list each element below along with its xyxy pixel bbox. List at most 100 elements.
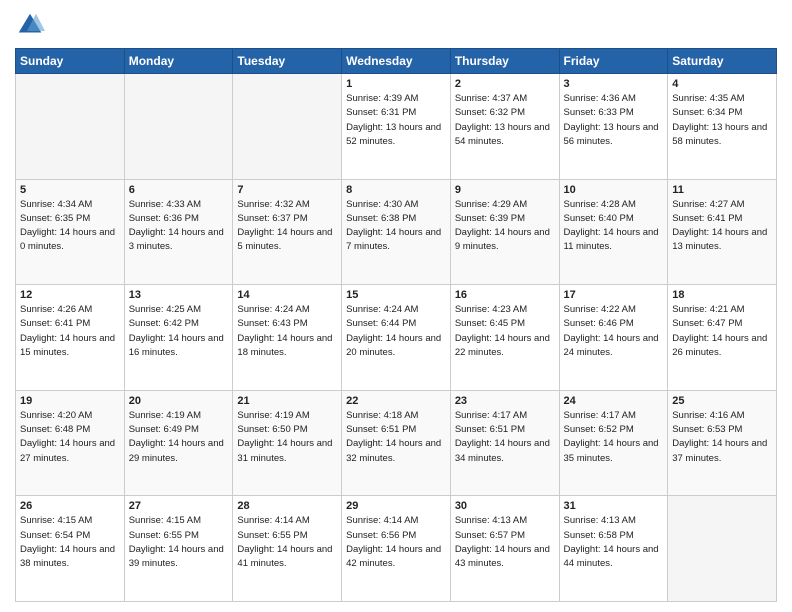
calendar-cell-16: 16Sunrise: 4:23 AMSunset: 6:45 PMDayligh…: [450, 285, 559, 391]
calendar-cell-21: 21 Sunrise: 4:19 AMSunset: 6:50 PMDayligh…: [233, 390, 342, 496]
day-info: Sunrise: 4:19 AMSunset: 6:50 PMDaylight:…: [237, 409, 337, 466]
week-row-5: 26Sunrise: 4:15 AMSunset: 6:54 PMDayligh…: [16, 496, 777, 602]
sunset: Sunset: 6:47 PM: [672, 318, 742, 329]
sunrise: Sunrise: 4:14 AM: [237, 515, 309, 526]
sunset: Sunset: 6:31 PM: [346, 107, 416, 118]
sunrise: Sunrise: 4:21 AM: [672, 304, 744, 315]
day-number: 21: [237, 395, 337, 407]
daylight: Daylight: 14 hours and 42 minutes.: [346, 544, 441, 569]
sunrise: Sunrise: 4:16 AM: [672, 410, 744, 421]
day-number: 13: [129, 289, 229, 301]
sunrise: Sunrise: 4:15 AM: [129, 515, 201, 526]
weekday-header-saturday: Saturday: [668, 49, 777, 74]
calendar-cell-28: 28Sunrise: 4:14 AMSunset: 6:55 PMDayligh…: [233, 496, 342, 602]
day-info: Sunrise: 4:21 AM Sunset: 6:47 PM Daylight:…: [672, 303, 772, 360]
daylight: Daylight: 13 hours and 56 minutes.: [564, 122, 659, 147]
day-info: Sunrise: 4:27 AM Sunset: 6:41 PM Daylight:…: [672, 198, 772, 255]
sunset: Sunset: 6:45 PM: [455, 318, 525, 329]
daylight: Daylight: 14 hours and 5 minutes.: [237, 227, 332, 252]
week-row-4: 19Sunrise: 4:20 AMSunset: 6:48 PMDayligh…: [16, 390, 777, 496]
sunrise: Sunrise: 4:33 AM: [129, 199, 201, 210]
calendar-cell-1: 1Sunrise: 4:39 AMSunset: 6:31 PMDaylight…: [342, 74, 451, 180]
day-number: 22: [346, 395, 446, 407]
sunset: Sunset: 6:41 PM: [20, 318, 90, 329]
day-info: Sunrise: 4:17 AMSunset: 6:52 PMDaylight:…: [564, 409, 664, 466]
sunset: Sunset: 6:58 PM: [564, 530, 634, 541]
sunrise: Sunrise: 4:32 AM: [237, 199, 309, 210]
sunset: Sunset: 6:41 PM: [672, 213, 742, 224]
logo: [15, 10, 49, 40]
sunset: Sunset: 6:40 PM: [564, 213, 634, 224]
day-info: Sunrise: 4:29 AMSunset: 6:39 PMDaylight:…: [455, 198, 555, 255]
sunrise: Sunrise: 4:25 AM: [129, 304, 201, 315]
daylight: Daylight: 14 hours and 26 minutes.: [672, 333, 767, 358]
sunset: Sunset: 6:38 PM: [346, 213, 416, 224]
sunset: Sunset: 6:53 PM: [672, 424, 742, 435]
sunrise: Sunrise: 4:34 AM: [20, 199, 92, 210]
daylight: Daylight: 14 hours and 31 minutes.: [237, 438, 332, 463]
day-number: 7: [237, 184, 337, 196]
day-info: Sunrise: 4:30 AM Sunset: 6:38 PM Daylight:…: [346, 198, 446, 255]
week-row-1: 1Sunrise: 4:39 AMSunset: 6:31 PMDaylight…: [16, 74, 777, 180]
day-number: 9: [455, 184, 555, 196]
calendar-cell-4: 4Sunrise: 4:35 AMSunset: 6:34 PMDaylight…: [668, 74, 777, 180]
day-number: 10: [564, 184, 664, 196]
page: SundayMondayTuesdayWednesdayThursdayFrid…: [0, 0, 792, 612]
daylight: Daylight: 14 hours and 39 minutes.: [129, 544, 224, 569]
day-info: Sunrise: 4:14 AMSunset: 6:56 PMDaylight:…: [346, 514, 446, 571]
day-number: 3: [564, 78, 664, 90]
day-info: Sunrise: 4:34 AMSunset: 6:35 PMDaylight:…: [20, 198, 120, 255]
sunset: Sunset: 6:55 PM: [129, 530, 199, 541]
daylight: Daylight: 14 hours and 34 minutes.: [455, 438, 550, 463]
weekday-header-row: SundayMondayTuesdayWednesdayThursdayFrid…: [16, 49, 777, 74]
weekday-header-friday: Friday: [559, 49, 668, 74]
sunrise: Sunrise: 4:17 AM: [455, 410, 527, 421]
calendar-cell-29: 29Sunrise: 4:14 AMSunset: 6:56 PMDayligh…: [342, 496, 451, 602]
sunrise: Sunrise: 4:13 AM: [455, 515, 527, 526]
sunrise: Sunrise: 4:15 AM: [20, 515, 92, 526]
sunrise: Sunrise: 4:19 AM: [129, 410, 201, 421]
day-info: Sunrise: 4:14 AMSunset: 6:55 PMDaylight:…: [237, 514, 337, 571]
day-info: Sunrise: 4:37 AMSunset: 6:32 PMDaylight:…: [455, 92, 555, 149]
daylight: Daylight: 14 hours and 0 minutes.: [20, 227, 115, 252]
daylight: Daylight: 14 hours and 27 minutes.: [20, 438, 115, 463]
sunrise: Sunrise: 4:23 AM: [455, 304, 527, 315]
daylight: Daylight: 14 hours and 3 minutes.: [129, 227, 224, 252]
week-row-2: 5Sunrise: 4:34 AMSunset: 6:35 PMDaylight…: [16, 179, 777, 285]
sunrise: Sunrise: 4:14 AM: [346, 515, 418, 526]
sunset: Sunset: 6:39 PM: [455, 213, 525, 224]
day-number: 23: [455, 395, 555, 407]
daylight: Daylight: 14 hours and 13 minutes.: [672, 227, 767, 252]
calendar-cell-11: 11Sunrise: 4:27 AMSunset: 6:41 PMDayligh…: [668, 179, 777, 285]
day-info: Sunrise: 4:26 AMSunset: 6:41 PMDaylight:…: [20, 303, 120, 360]
weekday-header-tuesday: Tuesday: [233, 49, 342, 74]
calendar-cell-3: 3Sunrise: 4:36 AMSunset: 6:33 PMDaylight…: [559, 74, 668, 180]
day-info: Sunrise: 4:13 AMSunset: 6:58 PMDaylight:…: [564, 514, 664, 571]
sunrise: Sunrise: 4:27 AM: [672, 199, 744, 210]
logo-icon: [15, 10, 45, 40]
day-info: Sunrise: 4:28 AMSunset: 6:40 PMDaylight:…: [564, 198, 664, 255]
daylight: Daylight: 14 hours and 18 minutes.: [237, 333, 332, 358]
daylight: Daylight: 13 hours and 58 minutes.: [672, 122, 767, 147]
calendar-cell-22: 22Sunrise: 4:18 AMSunset: 6:51 PMDayligh…: [342, 390, 451, 496]
sunset: Sunset: 6:32 PM: [455, 107, 525, 118]
calendar-cell-10: 10 Sunrise: 4:28 AMSunset: 6:40 PMDayligh…: [559, 179, 668, 285]
day-info: Sunrise: 4:19 AMSunset: 6:49 PMDaylight:…: [129, 409, 229, 466]
calendar-cell-2: 2Sunrise: 4:37 AMSunset: 6:32 PMDaylight…: [450, 74, 559, 180]
sunrise: Sunrise: 4:26 AM: [20, 304, 92, 315]
daylight: Daylight: 13 hours and 54 minutes.: [455, 122, 550, 147]
day-info: Sunrise: 4:35 AMSunset: 6:34 PMDaylight:…: [672, 92, 772, 149]
weekday-header-wednesday: Wednesday: [342, 49, 451, 74]
sunrise: Sunrise: 4:30 AM: [346, 199, 418, 210]
calendar-cell-empty: [233, 74, 342, 180]
daylight: Daylight: 14 hours and 7 minutes.: [346, 227, 441, 252]
calendar-cell-empty: [124, 74, 233, 180]
calendar-cell-26: 26Sunrise: 4:15 AMSunset: 6:54 PMDayligh…: [16, 496, 125, 602]
calendar-cell-empty: [668, 496, 777, 602]
day-info: Sunrise: 4:15 AM Sunset: 6:55 PM Daylight:…: [129, 514, 229, 571]
daylight: Daylight: 14 hours and 9 minutes.: [455, 227, 550, 252]
daylight: Daylight: 14 hours and 24 minutes.: [564, 333, 659, 358]
day-number: 30: [455, 500, 555, 512]
calendar-cell-14: 14Sunrise: 4:24 AMSunset: 6:43 PMDayligh…: [233, 285, 342, 391]
day-info: Sunrise: 4:23 AMSunset: 6:45 PMDaylight:…: [455, 303, 555, 360]
